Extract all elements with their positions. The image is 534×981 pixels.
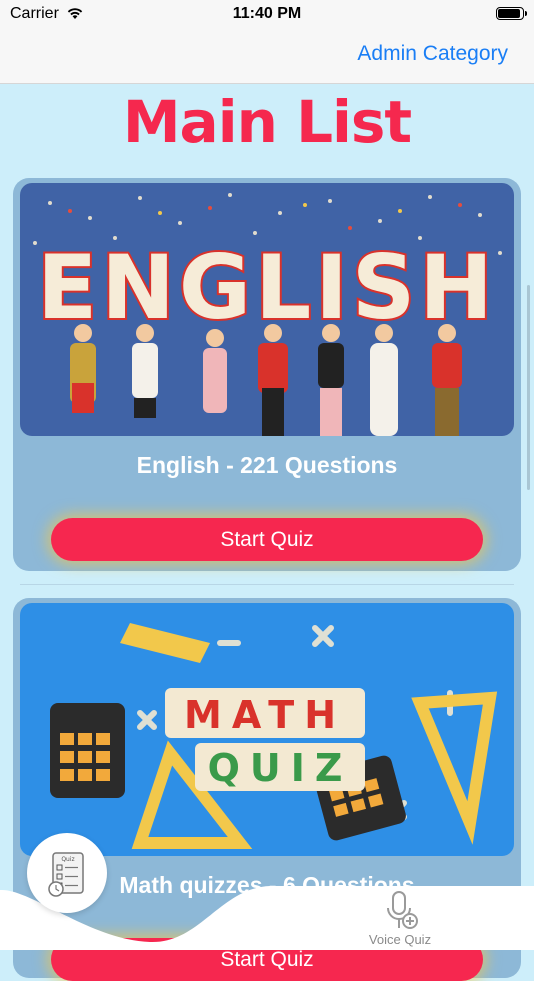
voice-quiz-icon (387, 891, 418, 929)
navigation-bar: Admin Category (0, 30, 534, 84)
status-bar: Carrier 11:40 PM (0, 0, 534, 30)
card-title-english: English - 221 Questions (136, 452, 398, 478)
quiz-tab-button[interactable]: Quiz (27, 833, 107, 913)
quiz-banner-text: QUIZ (208, 746, 353, 790)
voice-quiz-label: Voice Quiz (368, 932, 432, 947)
quiz-checklist-icon: Quiz (48, 852, 84, 897)
clock: 11:40 PM (232, 5, 302, 22)
divider (20, 584, 514, 585)
quiz-card-english: ENGLISH English - 221 Questions Start Qu… (13, 178, 521, 571)
math-banner-text: MATH (184, 693, 346, 737)
math-banner-image: MATH QUIZ (20, 603, 514, 856)
tab-voice-quiz[interactable]: Voice Quiz (360, 886, 440, 950)
english-banner-image: ENGLISH (20, 183, 514, 436)
english-banner-text: ENGLISH (37, 236, 497, 339)
page-title: Main List (122, 88, 412, 156)
quiz-icon-label: Quiz (61, 856, 74, 863)
scroll-indicator[interactable] (527, 285, 530, 490)
admin-category-button[interactable]: Admin Category (357, 42, 508, 66)
battery-icon (496, 7, 527, 20)
start-quiz-button-english[interactable]: Start Quiz (51, 518, 483, 561)
